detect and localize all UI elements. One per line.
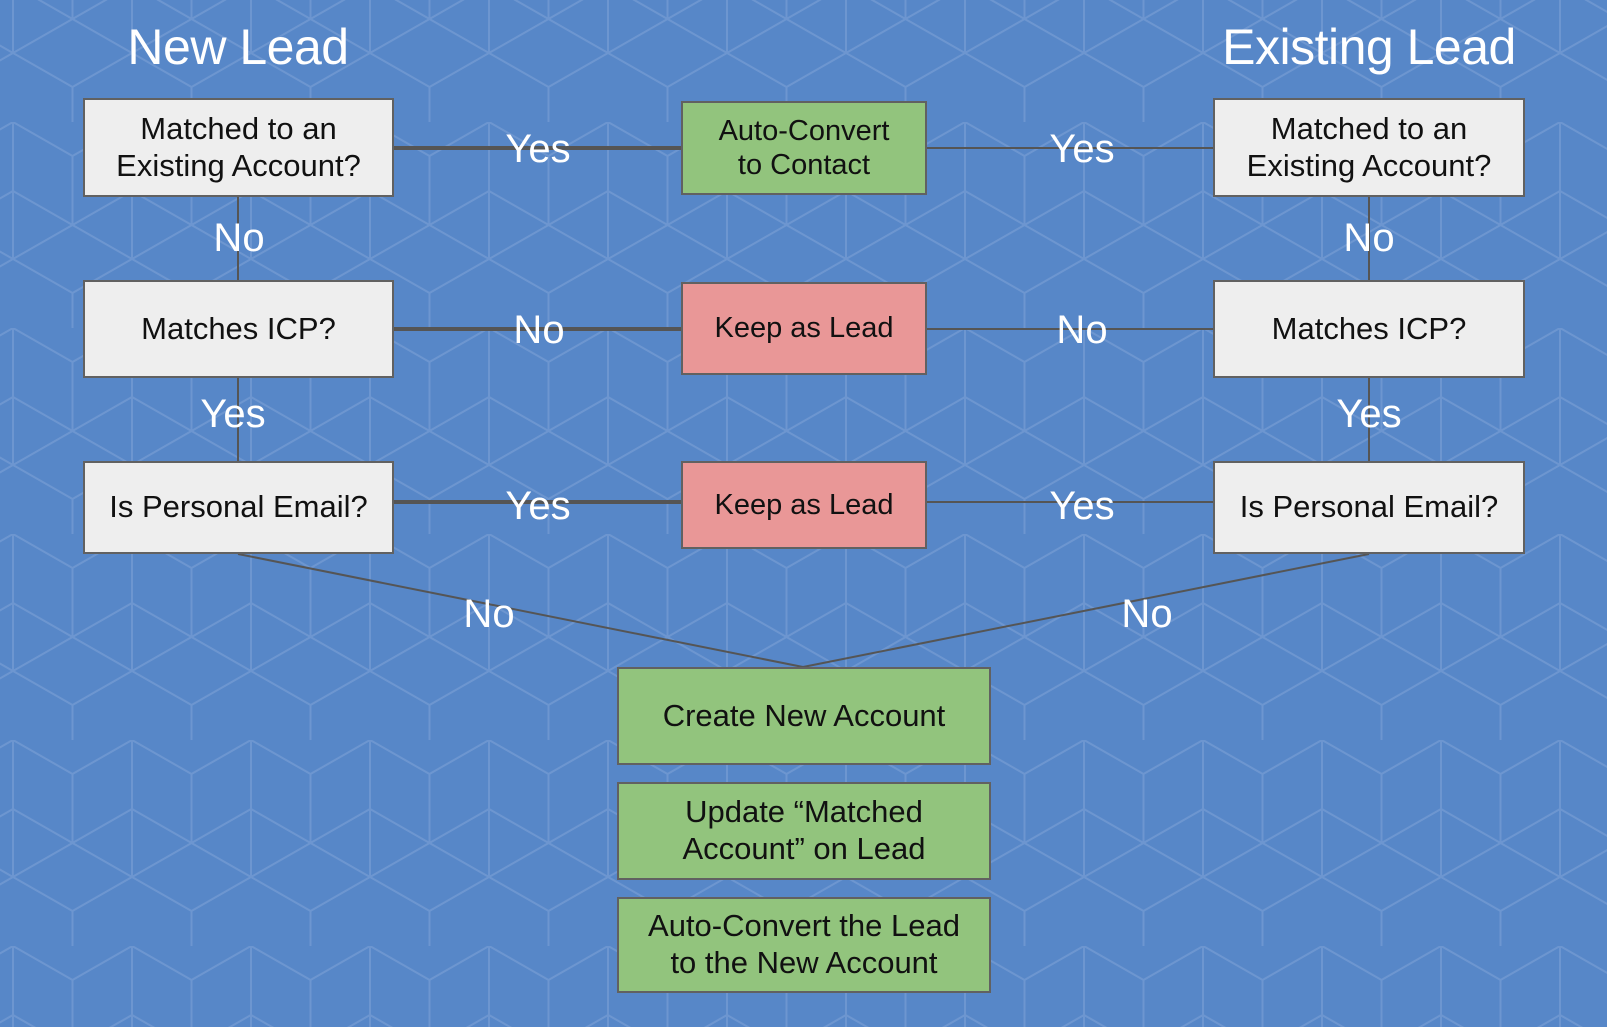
- edge-label-existing-matched-no: No: [1343, 216, 1395, 260]
- edge-label-new-matched-yes: Yes: [505, 127, 571, 171]
- existing-lead-matches-icp-decision: Matches ICP?: [1213, 280, 1525, 378]
- edge-label-new-matched-no: No: [213, 216, 265, 260]
- keep-as-lead-icp-outcome: Keep as Lead: [681, 282, 927, 375]
- connector-new-email-to-create-account: [237, 553, 804, 668]
- new-lead-header: New Lead: [127, 19, 349, 75]
- create-new-account-step: Create New Account: [617, 667, 991, 765]
- new-lead-matches-icp-decision: Matches ICP?: [83, 280, 394, 378]
- edge-label-new-icp-yes: Yes: [200, 392, 266, 436]
- edge-label-existing-matched-yes: Yes: [1049, 127, 1115, 171]
- keep-as-lead-email-outcome: Keep as Lead: [681, 461, 927, 549]
- edge-label-existing-icp-no: No: [1056, 308, 1108, 352]
- new-lead-personal-email-decision: Is Personal Email?: [83, 461, 394, 554]
- edge-label-new-email-yes: Yes: [505, 484, 571, 528]
- existing-lead-matched-account-decision: Matched to an Existing Account?: [1213, 98, 1525, 197]
- existing-lead-personal-email-decision: Is Personal Email?: [1213, 461, 1525, 554]
- edge-label-new-email-no: No: [463, 592, 515, 636]
- existing-lead-header: Existing Lead: [1222, 19, 1516, 75]
- new-lead-matched-account-decision: Matched to an Existing Account?: [83, 98, 394, 197]
- update-matched-account-step: Update “Matched Account” on Lead: [617, 782, 991, 880]
- edge-label-existing-icp-yes: Yes: [1336, 392, 1402, 436]
- edge-label-existing-email-yes: Yes: [1049, 484, 1115, 528]
- auto-convert-to-new-account-step: Auto-Convert the Lead to the New Account: [617, 897, 991, 993]
- edge-label-existing-email-no: No: [1121, 592, 1173, 636]
- edge-label-new-icp-no: No: [513, 308, 565, 352]
- auto-convert-to-contact-outcome: Auto-Convert to Contact: [681, 101, 927, 195]
- connector-existing-email-to-create-account: [802, 553, 1370, 668]
